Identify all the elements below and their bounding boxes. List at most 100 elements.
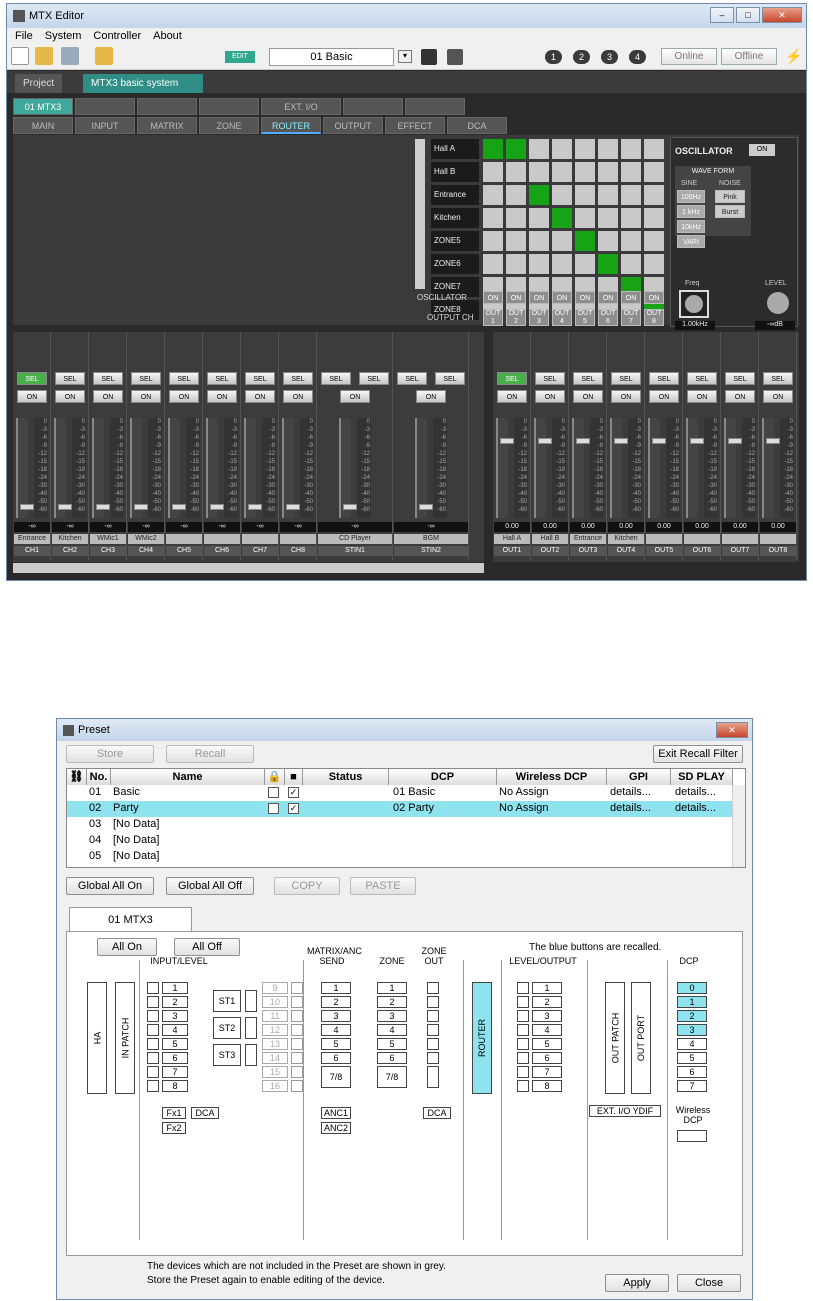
- output-button[interactable]: 5: [532, 1038, 562, 1050]
- preset-gpi-details[interactable]: details...: [610, 786, 651, 798]
- output-ch-button[interactable]: OUT 3: [529, 309, 549, 326]
- router-cell[interactable]: [575, 139, 595, 159]
- router-cell[interactable]: [575, 162, 595, 182]
- router-cell[interactable]: [552, 231, 572, 251]
- on-button[interactable]: ON: [245, 390, 275, 403]
- stereo-button[interactable]: ST3: [213, 1044, 241, 1066]
- dcp-button[interactable]: 0: [677, 982, 707, 994]
- fader-cap[interactable]: [96, 504, 110, 510]
- tab-zone[interactable]: ZONE: [199, 117, 259, 134]
- oscillator-on-button[interactable]: ON: [598, 291, 618, 304]
- preset-sd-details[interactable]: details...: [675, 786, 716, 798]
- device-tab-4[interactable]: EXT. I/O: [261, 98, 341, 115]
- dcp-checkbox[interactable]: ✓: [288, 787, 299, 798]
- router-cell[interactable]: [621, 185, 641, 205]
- zone-button[interactable]: 2: [377, 996, 407, 1008]
- input-level-toggle[interactable]: [147, 982, 159, 994]
- router-cell[interactable]: [598, 185, 618, 205]
- router-cell[interactable]: [529, 162, 549, 182]
- fader-track[interactable]: [206, 418, 224, 518]
- router-cell[interactable]: [552, 185, 572, 205]
- global-all-off-button[interactable]: Global All Off: [166, 877, 254, 895]
- table-row[interactable]: 03 [No Data]: [67, 817, 732, 833]
- zone-out-toggle[interactable]: [427, 1066, 439, 1088]
- new-file-icon[interactable]: [11, 47, 29, 65]
- sine-2-button[interactable]: 10kHz: [677, 220, 705, 233]
- fx1-button[interactable]: Fx1: [162, 1107, 186, 1119]
- tab-matrix[interactable]: MATRIX: [137, 117, 197, 134]
- unit-indicator-2[interactable]: 2: [573, 50, 591, 64]
- menu-system[interactable]: System: [45, 30, 82, 42]
- sel-button[interactable]: SEL: [397, 372, 427, 385]
- zone-out-toggle[interactable]: [427, 1052, 439, 1064]
- output-button[interactable]: 6: [532, 1052, 562, 1064]
- router-cell[interactable]: [483, 254, 503, 274]
- fader-cap[interactable]: [500, 438, 514, 444]
- router-cell[interactable]: [529, 185, 549, 205]
- router-cell[interactable]: [598, 162, 618, 182]
- noise-0-button[interactable]: Pink: [715, 190, 745, 203]
- input-button[interactable]: 8: [162, 1080, 188, 1092]
- global-all-on-button[interactable]: Global All On: [66, 877, 154, 895]
- tab-dca[interactable]: DCA: [447, 117, 507, 134]
- noise-1-button[interactable]: Burst: [715, 205, 745, 218]
- sel-button[interactable]: SEL: [169, 372, 199, 385]
- horizontal-scrollbar[interactable]: [13, 563, 484, 573]
- open-folder-icon[interactable]: [35, 47, 53, 65]
- fader-track[interactable]: [282, 418, 300, 518]
- level-output-toggle[interactable]: [517, 996, 529, 1008]
- output-button[interactable]: 3: [532, 1010, 562, 1022]
- on-button[interactable]: ON: [55, 390, 85, 403]
- maximize-button[interactable]: □: [736, 7, 760, 23]
- fader-cap[interactable]: [419, 504, 433, 510]
- router-cell[interactable]: [506, 254, 526, 274]
- input-level-toggle[interactable]: [147, 1038, 159, 1050]
- fader-track[interactable]: [16, 418, 34, 518]
- stereo-button[interactable]: ST2: [213, 1017, 241, 1039]
- dcp-button[interactable]: 7: [677, 1080, 707, 1092]
- menu-file[interactable]: File: [15, 30, 33, 42]
- fader-track[interactable]: [92, 418, 110, 518]
- router-cell[interactable]: [552, 162, 572, 182]
- offline-button[interactable]: Offline: [721, 48, 777, 65]
- stereo-toggle[interactable]: [245, 990, 257, 1012]
- anc-button[interactable]: ANC1: [321, 1107, 351, 1119]
- sel-button[interactable]: SEL: [725, 372, 755, 385]
- output-ch-button[interactable]: OUT 6: [598, 309, 618, 326]
- menu-about[interactable]: About: [153, 30, 182, 42]
- tab-output[interactable]: OUTPUT: [323, 117, 383, 134]
- on-button[interactable]: ON: [573, 390, 603, 403]
- tab-main[interactable]: MAIN: [13, 117, 73, 134]
- sel-button[interactable]: SEL: [93, 372, 123, 385]
- zone-out-toggle[interactable]: [427, 1010, 439, 1022]
- output-button[interactable]: 4: [532, 1024, 562, 1036]
- router-cell[interactable]: [575, 254, 595, 274]
- router-cell[interactable]: [483, 231, 503, 251]
- oscillator-on-button[interactable]: ON: [529, 291, 549, 304]
- sel-button[interactable]: SEL: [359, 372, 389, 385]
- paste-button[interactable]: PASTE: [350, 877, 416, 895]
- router-cell[interactable]: [506, 208, 526, 228]
- preset-select[interactable]: 01 Basic: [269, 48, 394, 66]
- link-icon[interactable]: [447, 49, 463, 65]
- tab-mtx3-basic-system[interactable]: MTX3 basic system: [83, 74, 203, 93]
- router-cell[interactable]: [506, 185, 526, 205]
- sel-button[interactable]: SEL: [687, 372, 717, 385]
- table-row[interactable]: 02 Party ✓ 02 Party No Assign details... detai…: [67, 801, 732, 817]
- fader-track[interactable]: [686, 418, 704, 518]
- dca-button[interactable]: DCA: [191, 1107, 219, 1119]
- output-ch-button[interactable]: OUT 4: [552, 309, 572, 326]
- fader-track[interactable]: [54, 418, 72, 518]
- fader-track[interactable]: [168, 418, 186, 518]
- output-button[interactable]: 2: [532, 996, 562, 1008]
- output-button[interactable]: 8: [532, 1080, 562, 1092]
- store-button[interactable]: Store: [66, 745, 154, 763]
- level-output-toggle[interactable]: [517, 1080, 529, 1092]
- on-button[interactable]: ON: [687, 390, 717, 403]
- fader-cap[interactable]: [343, 504, 357, 510]
- fader-cap[interactable]: [576, 438, 590, 444]
- sel-button[interactable]: SEL: [435, 372, 465, 385]
- on-button[interactable]: ON: [93, 390, 123, 403]
- level-output-toggle[interactable]: [517, 982, 529, 994]
- fader-cap[interactable]: [210, 504, 224, 510]
